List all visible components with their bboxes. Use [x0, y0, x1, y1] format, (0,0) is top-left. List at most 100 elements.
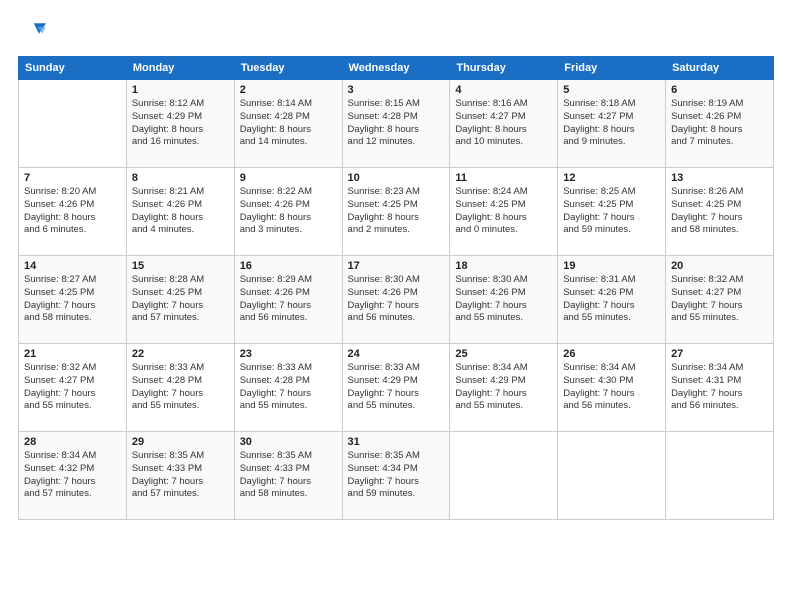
day-detail: Sunrise: 8:26 AMSunset: 4:25 PMDaylight:…	[671, 186, 768, 237]
day-detail: Sunrise: 8:21 AMSunset: 4:26 PMDaylight:…	[132, 186, 229, 237]
day-number: 17	[348, 260, 445, 272]
day-detail: Sunrise: 8:19 AMSunset: 4:26 PMDaylight:…	[671, 98, 768, 149]
day-detail: Sunrise: 8:30 AMSunset: 4:26 PMDaylight:…	[455, 274, 552, 325]
day-cell: 10 Sunrise: 8:23 AMSunset: 4:25 PMDayligh…	[342, 168, 450, 256]
week-row-5: 28Sunrise: 8:34 AMSunset: 4:32 PMDayligh…	[19, 432, 774, 520]
day-cell: 14 Sunrise: 8:27 AMSunset: 4:25 PMDayligh…	[19, 256, 127, 344]
day-number: 5	[563, 84, 660, 96]
day-number: 29	[132, 436, 229, 448]
day-detail: Sunrise: 8:34 AMSunset: 4:32 PMDaylight:…	[24, 450, 121, 501]
day-cell: 21 Sunrise: 8:32 AMSunset: 4:27 PMDayligh…	[19, 344, 127, 432]
week-row-3: 14 Sunrise: 8:27 AMSunset: 4:25 PMDayligh…	[19, 256, 774, 344]
day-number: 20	[671, 260, 768, 272]
day-number: 22	[132, 348, 229, 360]
day-number: 25	[455, 348, 552, 360]
day-cell: 9 Sunrise: 8:22 AMSunset: 4:26 PMDaylight…	[234, 168, 342, 256]
day-cell: 26 Sunrise: 8:34 AMSunset: 4:30 PMDayligh…	[558, 344, 666, 432]
day-detail: Sunrise: 8:33 AMSunset: 4:28 PMDaylight:…	[240, 362, 337, 413]
day-number: 14	[24, 260, 121, 272]
day-cell: 16 Sunrise: 8:29 AMSunset: 4:26 PMDayligh…	[234, 256, 342, 344]
col-header-friday: Friday	[558, 57, 666, 80]
header-row: SundayMondayTuesdayWednesdayThursdayFrid…	[19, 57, 774, 80]
day-cell: 28Sunrise: 8:34 AMSunset: 4:32 PMDayligh…	[19, 432, 127, 520]
week-row-1: 1 Sunrise: 8:12 AMSunset: 4:29 PMDaylight…	[19, 80, 774, 168]
day-cell: 1 Sunrise: 8:12 AMSunset: 4:29 PMDaylight…	[126, 80, 234, 168]
day-cell: 3 Sunrise: 8:15 AMSunset: 4:28 PMDaylight…	[342, 80, 450, 168]
day-number: 30	[240, 436, 337, 448]
day-number: 10	[348, 172, 445, 184]
day-cell: 2 Sunrise: 8:14 AMSunset: 4:28 PMDaylight…	[234, 80, 342, 168]
day-cell: 22 Sunrise: 8:33 AMSunset: 4:28 PMDayligh…	[126, 344, 234, 432]
day-cell: 13 Sunrise: 8:26 AMSunset: 4:25 PMDayligh…	[666, 168, 774, 256]
day-cell	[450, 432, 558, 520]
day-number: 15	[132, 260, 229, 272]
day-detail: Sunrise: 8:35 AMSunset: 4:34 PMDaylight:…	[348, 450, 445, 501]
day-detail: Sunrise: 8:22 AMSunset: 4:26 PMDaylight:…	[240, 186, 337, 237]
day-cell: 31Sunrise: 8:35 AMSunset: 4:34 PMDayligh…	[342, 432, 450, 520]
day-cell	[19, 80, 127, 168]
day-cell	[666, 432, 774, 520]
day-cell: 17 Sunrise: 8:30 AMSunset: 4:26 PMDayligh…	[342, 256, 450, 344]
day-number: 1	[132, 84, 229, 96]
day-cell: 30Sunrise: 8:35 AMSunset: 4:33 PMDayligh…	[234, 432, 342, 520]
day-detail: Sunrise: 8:30 AMSunset: 4:26 PMDaylight:…	[348, 274, 445, 325]
day-number: 6	[671, 84, 768, 96]
day-number: 8	[132, 172, 229, 184]
day-cell: 23Sunrise: 8:33 AMSunset: 4:28 PMDayligh…	[234, 344, 342, 432]
day-number: 16	[240, 260, 337, 272]
col-header-monday: Monday	[126, 57, 234, 80]
day-cell: 7 Sunrise: 8:20 AMSunset: 4:26 PMDaylight…	[19, 168, 127, 256]
day-detail: Sunrise: 8:34 AMSunset: 4:31 PMDaylight:…	[671, 362, 768, 413]
day-number: 27	[671, 348, 768, 360]
day-number: 11	[455, 172, 552, 184]
day-cell: 27 Sunrise: 8:34 AMSunset: 4:31 PMDayligh…	[666, 344, 774, 432]
day-detail: Sunrise: 8:15 AMSunset: 4:28 PMDaylight:…	[348, 98, 445, 149]
logo-icon	[18, 18, 46, 46]
day-number: 7	[24, 172, 121, 184]
page: SundayMondayTuesdayWednesdayThursdayFrid…	[0, 0, 792, 612]
day-detail: Sunrise: 8:35 AMSunset: 4:33 PMDaylight:…	[132, 450, 229, 501]
day-cell: 5Sunrise: 8:18 AMSunset: 4:27 PMDaylight…	[558, 80, 666, 168]
day-detail: Sunrise: 8:23 AMSunset: 4:25 PMDaylight:…	[348, 186, 445, 237]
day-number: 26	[563, 348, 660, 360]
day-cell	[558, 432, 666, 520]
day-cell: 19Sunrise: 8:31 AMSunset: 4:26 PMDayligh…	[558, 256, 666, 344]
day-cell: 29 Sunrise: 8:35 AMSunset: 4:33 PMDayligh…	[126, 432, 234, 520]
col-header-thursday: Thursday	[450, 57, 558, 80]
day-number: 21	[24, 348, 121, 360]
day-number: 12	[563, 172, 660, 184]
day-detail: Sunrise: 8:20 AMSunset: 4:26 PMDaylight:…	[24, 186, 121, 237]
week-row-2: 7 Sunrise: 8:20 AMSunset: 4:26 PMDaylight…	[19, 168, 774, 256]
day-detail: Sunrise: 8:33 AMSunset: 4:28 PMDaylight:…	[132, 362, 229, 413]
day-number: 13	[671, 172, 768, 184]
day-number: 19	[563, 260, 660, 272]
day-detail: Sunrise: 8:14 AMSunset: 4:28 PMDaylight:…	[240, 98, 337, 149]
day-cell: 20Sunrise: 8:32 AMSunset: 4:27 PMDayligh…	[666, 256, 774, 344]
col-header-tuesday: Tuesday	[234, 57, 342, 80]
day-detail: Sunrise: 8:34 AMSunset: 4:29 PMDaylight:…	[455, 362, 552, 413]
day-detail: Sunrise: 8:27 AMSunset: 4:25 PMDaylight:…	[24, 274, 121, 325]
day-detail: Sunrise: 8:29 AMSunset: 4:26 PMDaylight:…	[240, 274, 337, 325]
day-cell: 4Sunrise: 8:16 AMSunset: 4:27 PMDaylight…	[450, 80, 558, 168]
calendar-table: SundayMondayTuesdayWednesdayThursdayFrid…	[18, 56, 774, 520]
day-detail: Sunrise: 8:28 AMSunset: 4:25 PMDaylight:…	[132, 274, 229, 325]
header	[18, 18, 774, 46]
day-cell: 24 Sunrise: 8:33 AMSunset: 4:29 PMDayligh…	[342, 344, 450, 432]
col-header-saturday: Saturday	[666, 57, 774, 80]
day-detail: Sunrise: 8:33 AMSunset: 4:29 PMDaylight:…	[348, 362, 445, 413]
day-number: 3	[348, 84, 445, 96]
day-cell: 18Sunrise: 8:30 AMSunset: 4:26 PMDayligh…	[450, 256, 558, 344]
day-number: 24	[348, 348, 445, 360]
day-cell: 11 Sunrise: 8:24 AMSunset: 4:25 PMDayligh…	[450, 168, 558, 256]
day-number: 9	[240, 172, 337, 184]
day-detail: Sunrise: 8:32 AMSunset: 4:27 PMDaylight:…	[24, 362, 121, 413]
col-header-wednesday: Wednesday	[342, 57, 450, 80]
day-detail: Sunrise: 8:24 AMSunset: 4:25 PMDaylight:…	[455, 186, 552, 237]
day-detail: Sunrise: 8:12 AMSunset: 4:29 PMDaylight:…	[132, 98, 229, 149]
day-detail: Sunrise: 8:25 AMSunset: 4:25 PMDaylight:…	[563, 186, 660, 237]
day-number: 2	[240, 84, 337, 96]
week-row-4: 21 Sunrise: 8:32 AMSunset: 4:27 PMDayligh…	[19, 344, 774, 432]
day-detail: Sunrise: 8:34 AMSunset: 4:30 PMDaylight:…	[563, 362, 660, 413]
day-cell: 8 Sunrise: 8:21 AMSunset: 4:26 PMDaylight…	[126, 168, 234, 256]
day-cell: 12 Sunrise: 8:25 AMSunset: 4:25 PMDayligh…	[558, 168, 666, 256]
